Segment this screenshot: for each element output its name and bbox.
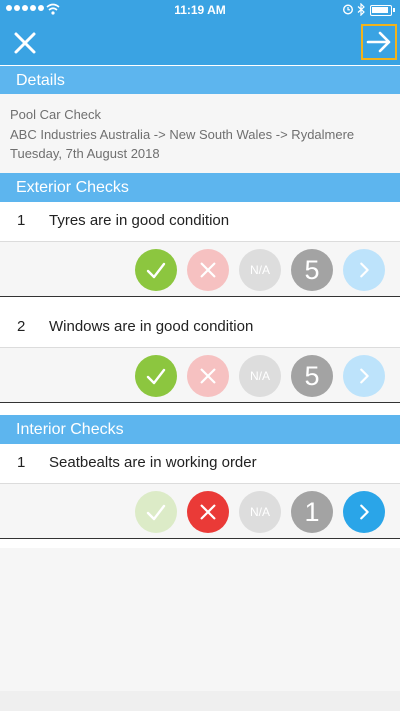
bottom-bar — [0, 691, 400, 711]
detail-button[interactable] — [343, 355, 385, 397]
detail-button[interactable] — [343, 491, 385, 533]
bluetooth-icon — [357, 3, 365, 16]
pass-button[interactable] — [135, 491, 177, 533]
details-header: Details — [0, 66, 400, 95]
empty-area — [0, 548, 400, 691]
question-number: 1 — [17, 212, 26, 229]
x-icon — [200, 262, 216, 278]
na-button[interactable]: N/A — [239, 491, 281, 533]
question-number: 1 — [17, 454, 26, 471]
question-text: Seatbealts are in working order — [49, 454, 257, 471]
pass-button[interactable] — [135, 249, 177, 291]
arrow-right-icon — [366, 31, 391, 53]
count-badge[interactable]: 1 — [291, 491, 333, 533]
details-title: Pool Car Check — [10, 107, 102, 122]
x-icon — [200, 368, 216, 384]
count-badge[interactable]: 5 — [291, 249, 333, 291]
close-icon[interactable] — [10, 28, 40, 58]
toolbar — [0, 20, 400, 65]
question-number: 2 — [17, 318, 26, 335]
question-text: Tyres are in good condition — [49, 212, 230, 229]
section-header-interior: Interior Checks — [0, 415, 400, 444]
chevron-right-icon — [360, 368, 369, 384]
check-icon — [146, 368, 166, 385]
check-icon — [146, 504, 166, 521]
answer-row: N/A 5 — [0, 348, 400, 403]
details-panel: Pool Car Check ABC Industries Australia … — [0, 94, 400, 173]
chevron-right-icon — [360, 262, 369, 278]
na-button[interactable]: N/A — [239, 249, 281, 291]
detail-button[interactable] — [343, 249, 385, 291]
fail-button[interactable] — [187, 355, 229, 397]
status-bar: 11:19 AM — [0, 0, 400, 20]
pass-button[interactable] — [135, 355, 177, 397]
details-location: ABC Industries Australia -> New South Wa… — [10, 126, 355, 142]
answer-row: N/A 1 — [0, 484, 400, 539]
question-row: 1 Seatbealts are in working order — [0, 444, 400, 484]
chevron-right-icon — [360, 504, 369, 520]
next-button[interactable] — [361, 24, 397, 60]
fail-button[interactable] — [187, 491, 229, 533]
count-badge[interactable]: 5 — [291, 355, 333, 397]
question-text: Windows are in good condition — [49, 318, 254, 335]
x-icon — [200, 504, 216, 520]
fail-button[interactable] — [187, 249, 229, 291]
na-button[interactable]: N/A — [239, 355, 281, 397]
alarm-icon — [342, 4, 354, 15]
status-time: 11:19 AM — [174, 3, 226, 17]
details-date: Tuesday, 7th August 2018 — [10, 146, 160, 161]
question-row: 1 Tyres are in good condition — [0, 202, 400, 242]
check-icon — [146, 262, 166, 279]
answer-row: N/A 5 — [0, 242, 400, 297]
section-header-exterior: Exterior Checks — [0, 173, 400, 202]
battery-icon — [370, 5, 395, 16]
question-row: 2 Windows are in good condition — [0, 308, 400, 348]
